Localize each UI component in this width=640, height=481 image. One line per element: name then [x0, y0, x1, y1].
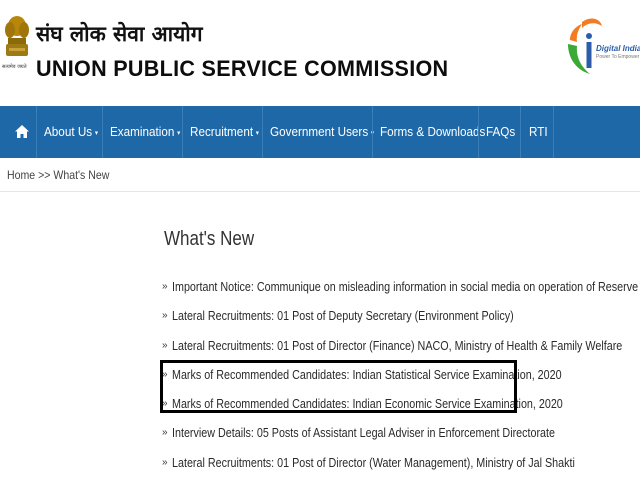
nav-separator: [262, 106, 263, 158]
main-navbar: About Us ▾ Examination ▾ Recruitment ▾ Gove…: [0, 106, 640, 158]
chevron-down-icon: ▾: [255, 130, 259, 137]
site-header: सत्यमेव जयते संघ लोक सेवा आयोग UNION PUB…: [0, 0, 640, 106]
nav-item-about-us[interactable]: About Us ▾: [44, 106, 98, 158]
nav-separator: [372, 106, 373, 158]
page-title: What's New: [164, 228, 255, 250]
nav-separator: [478, 106, 479, 158]
news-link[interactable]: Lateral Recruitments: 01 Post of Directo…: [172, 452, 575, 474]
nav-separator: [36, 106, 37, 158]
bullet-icon: »: [162, 456, 168, 468]
site-title-english[interactable]: UNION PUBLIC SERVICE COMMISSION: [36, 56, 448, 82]
nav-separator: [102, 106, 103, 158]
list-item: » Lateral Recruitments: 01 Post of Direc…: [162, 452, 632, 481]
nav-item-label: Recruitment: [190, 124, 254, 139]
highlight-box: [160, 360, 517, 413]
nav-item-government-users[interactable]: Government Users▾: [270, 106, 374, 158]
breadcrumb[interactable]: Home >> What's New: [7, 168, 109, 182]
nav-separator: [182, 106, 183, 158]
news-link[interactable]: Interview Details: 05 Posts of Assistant…: [172, 422, 555, 444]
bullet-icon: »: [162, 281, 168, 292]
nav-item-forms-downloads[interactable]: Forms & Downloads: [380, 106, 485, 158]
chevron-down-icon: ▾: [94, 130, 98, 137]
nav-item-label: About Us: [44, 124, 93, 139]
list-item: » Lateral Recruitments: 01 Post of Deput…: [162, 305, 632, 334]
nav-separator: [520, 106, 521, 158]
chevron-down-icon: ▾: [177, 130, 181, 137]
bullet-icon: »: [162, 427, 168, 439]
bullet-icon: »: [162, 310, 168, 322]
nav-separator: [553, 106, 554, 158]
breadcrumb-divider: [0, 191, 640, 192]
nav-item-examination[interactable]: Examination ▾: [110, 106, 180, 158]
nav-item-recruitment[interactable]: Recruitment ▾: [190, 106, 259, 158]
news-link[interactable]: Lateral Recruitments: 01 Post of Deputy …: [172, 305, 514, 327]
nav-item-rti[interactable]: RTI: [529, 106, 548, 158]
nav-item-label: FAQs: [486, 124, 516, 139]
list-item: » Important Notice: Communique on mislea…: [162, 276, 640, 305]
emblem-caption: सत्यमेव जयते: [2, 64, 27, 70]
national-emblem-icon: [5, 16, 29, 56]
nav-item-label: Government Users: [270, 124, 369, 139]
bullet-icon: »: [162, 339, 168, 351]
nav-item-faqs[interactable]: FAQs: [486, 106, 515, 158]
nav-item-label: RTI: [529, 124, 548, 139]
home-icon[interactable]: [15, 125, 29, 138]
nav-item-label: Forms & Downloads: [380, 124, 486, 139]
site-title-hindi: संघ लोक सेवा आयोग: [36, 22, 203, 46]
digital-india-tagline: Power To Empower: [596, 54, 640, 60]
news-link[interactable]: Lateral Recruitments: 01 Post of Directo…: [172, 335, 622, 357]
news-link[interactable]: Important Notice: Communique on misleadi…: [172, 276, 640, 298]
digital-india-title: Digital India: [596, 44, 640, 53]
list-item: » Interview Details: 05 Posts of Assista…: [162, 422, 632, 451]
nav-item-label: Examination: [110, 124, 175, 139]
